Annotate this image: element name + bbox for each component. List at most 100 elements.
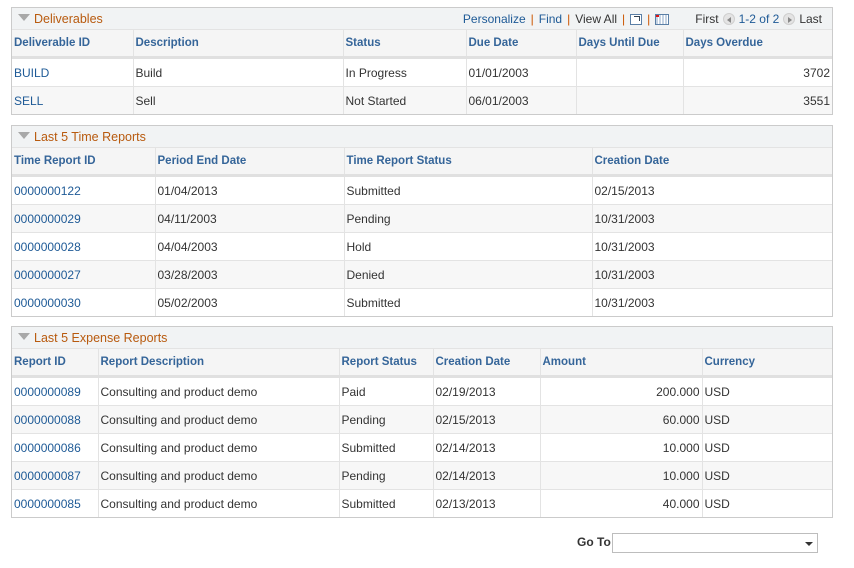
- report-status-cell: Submitted: [339, 433, 434, 462]
- column-header-amount[interactable]: Amount: [540, 349, 703, 378]
- report-description-cell: Consulting and product demo: [98, 461, 340, 490]
- table-row: 0000000086 Consulting and product demo S…: [12, 433, 832, 462]
- dropdown-caret-icon: [805, 542, 813, 546]
- collapse-triangle-icon[interactable]: [18, 132, 30, 139]
- column-header-creation-date[interactable]: Creation Date: [592, 148, 832, 177]
- creation-date-cell: 02/14/2013: [433, 433, 541, 462]
- previous-icon[interactable]: [722, 13, 735, 25]
- creation-date-cell: 02/13/2013: [433, 489, 541, 517]
- creation-date-cell: 02/19/2013: [433, 376, 541, 406]
- report-id-link[interactable]: 0000000087: [12, 461, 99, 490]
- report-status-cell: Pending: [339, 405, 434, 434]
- expense-reports-title[interactable]: Last 5 Expense Reports: [34, 331, 167, 345]
- report-description-cell: Consulting and product demo: [98, 489, 340, 517]
- currency-cell: USD: [702, 433, 832, 462]
- time-report-id-link[interactable]: 0000000028: [12, 232, 156, 261]
- report-description-cell: Consulting and product demo: [98, 376, 340, 406]
- report-status-cell: Paid: [339, 376, 434, 406]
- goto-label: Go To: [577, 535, 611, 549]
- time-reports-header: Last 5 Time Reports: [12, 126, 832, 148]
- first-label: First: [695, 12, 719, 26]
- column-header-time-report-id[interactable]: Time Report ID: [12, 148, 156, 177]
- collapse-triangle-icon[interactable]: [18, 14, 30, 21]
- column-header-due-date[interactable]: Due Date: [466, 30, 577, 59]
- column-header-description[interactable]: Description: [133, 30, 344, 59]
- time-reports-grid: Last 5 Time Reports Time Report ID Perio…: [11, 125, 833, 317]
- grid-navigation: Personalize | Find | View All | | First …: [463, 12, 822, 26]
- column-header-time-report-status[interactable]: Time Report Status: [344, 148, 593, 177]
- time-reports-title[interactable]: Last 5 Time Reports: [34, 130, 146, 144]
- column-header-days-overdue[interactable]: Days Overdue: [683, 30, 832, 59]
- column-header-creation-date[interactable]: Creation Date: [433, 349, 541, 378]
- status-cell: Not Started: [343, 86, 467, 114]
- status-cell: Denied: [344, 260, 593, 289]
- description-cell: Sell: [133, 86, 344, 114]
- amount-cell: 10.000: [540, 433, 703, 462]
- column-header-status[interactable]: Status: [343, 30, 467, 59]
- period-end-date-cell: 03/28/2003: [155, 260, 345, 289]
- find-link[interactable]: Find: [539, 12, 562, 26]
- days-overdue-cell: 3702: [683, 57, 832, 87]
- personalize-link[interactable]: Personalize: [463, 12, 526, 26]
- currency-cell: USD: [704, 496, 730, 511]
- column-header-period-end-date[interactable]: Period End Date: [155, 148, 345, 177]
- report-status-cell: Submitted: [339, 489, 434, 517]
- report-id-link[interactable]: 0000000088: [12, 405, 99, 434]
- time-report-id-link[interactable]: 0000000029: [12, 204, 156, 233]
- time-report-id-link[interactable]: 0000000027: [12, 260, 156, 289]
- collapse-triangle-icon[interactable]: [18, 333, 30, 340]
- table-row: 0000000122 01/04/2013 Submitted 02/15/20…: [12, 175, 832, 205]
- report-id-link[interactable]: 0000000085: [12, 489, 99, 517]
- status-cell: Hold: [344, 232, 593, 261]
- days-until-due-cell: [576, 57, 684, 87]
- column-header-currency[interactable]: Currency: [702, 349, 832, 378]
- table-row: BUILD Build In Progress 01/01/2003 3702: [12, 57, 832, 87]
- creation-date-cell: 10/31/2003: [592, 232, 832, 261]
- table-row: SELL Sell Not Started 06/01/2003 3551: [12, 86, 832, 114]
- due-date-cell: 06/01/2003: [466, 86, 577, 114]
- period-end-date-cell: 04/04/2003: [155, 232, 345, 261]
- amount-cell: 200.000: [540, 376, 703, 406]
- goto-select[interactable]: [612, 533, 818, 553]
- separator: |: [622, 12, 626, 26]
- deliverable-id-link[interactable]: BUILD: [12, 57, 134, 87]
- download-grid-icon[interactable]: [655, 13, 670, 25]
- zoom-window-icon[interactable]: [630, 13, 643, 25]
- column-header-report-status[interactable]: Report Status: [339, 349, 434, 378]
- column-header-deliverable-id[interactable]: Deliverable ID: [12, 30, 134, 59]
- report-id-link[interactable]: 0000000089: [12, 376, 99, 406]
- next-icon[interactable]: [783, 13, 796, 25]
- days-overdue-cell: 3551: [683, 86, 832, 114]
- report-id-link[interactable]: 0000000086: [12, 433, 99, 462]
- status-cell: Submitted: [344, 175, 593, 205]
- deliverables-title[interactable]: Deliverables: [34, 12, 103, 26]
- report-status-cell: Pending: [339, 461, 434, 490]
- creation-date-cell: 02/15/2013: [433, 405, 541, 434]
- time-report-id-link[interactable]: 0000000122: [12, 175, 156, 205]
- table-row: 0000000029 04/11/2003 Pending 10/31/2003: [12, 204, 832, 233]
- column-header-report-id[interactable]: Report ID: [12, 349, 99, 378]
- column-header-days-until-due[interactable]: Days Until Due: [576, 30, 684, 59]
- period-end-date-cell: 05/02/2003: [155, 288, 345, 316]
- separator: |: [567, 12, 571, 26]
- table-row: 0000000089 Consulting and product demo P…: [12, 376, 832, 406]
- creation-date-cell: 10/31/2003: [592, 260, 832, 289]
- deliverable-id-link[interactable]: SELL: [12, 86, 134, 114]
- creation-date-cell: 02/15/2013: [592, 175, 832, 205]
- period-end-date-cell: 04/11/2003: [155, 204, 345, 233]
- expense-reports-header: Last 5 Expense Reports: [12, 327, 832, 349]
- column-header-report-description[interactable]: Report Description: [98, 349, 340, 378]
- table-row: 0000000087 Consulting and product demo P…: [12, 461, 832, 490]
- amount-cell: 40.000: [540, 489, 703, 517]
- view-all-link[interactable]: View All: [575, 12, 617, 26]
- due-date-cell: 01/01/2003: [466, 57, 577, 87]
- creation-date-cell: 02/14/2013: [433, 461, 541, 490]
- table-row: 0000000030 05/02/2003 Submitted 10/31/20…: [12, 288, 832, 316]
- status-cell: In Progress: [343, 57, 467, 87]
- time-report-id-link[interactable]: 0000000030: [12, 288, 156, 316]
- creation-date-cell: 10/31/2003: [592, 204, 832, 233]
- table-row: 0000000088 Consulting and product demo P…: [12, 405, 832, 434]
- separator: |: [530, 12, 534, 26]
- deliverables-grid: Deliverables Personalize | Find | View A…: [11, 7, 833, 115]
- last-label: Last: [799, 12, 822, 26]
